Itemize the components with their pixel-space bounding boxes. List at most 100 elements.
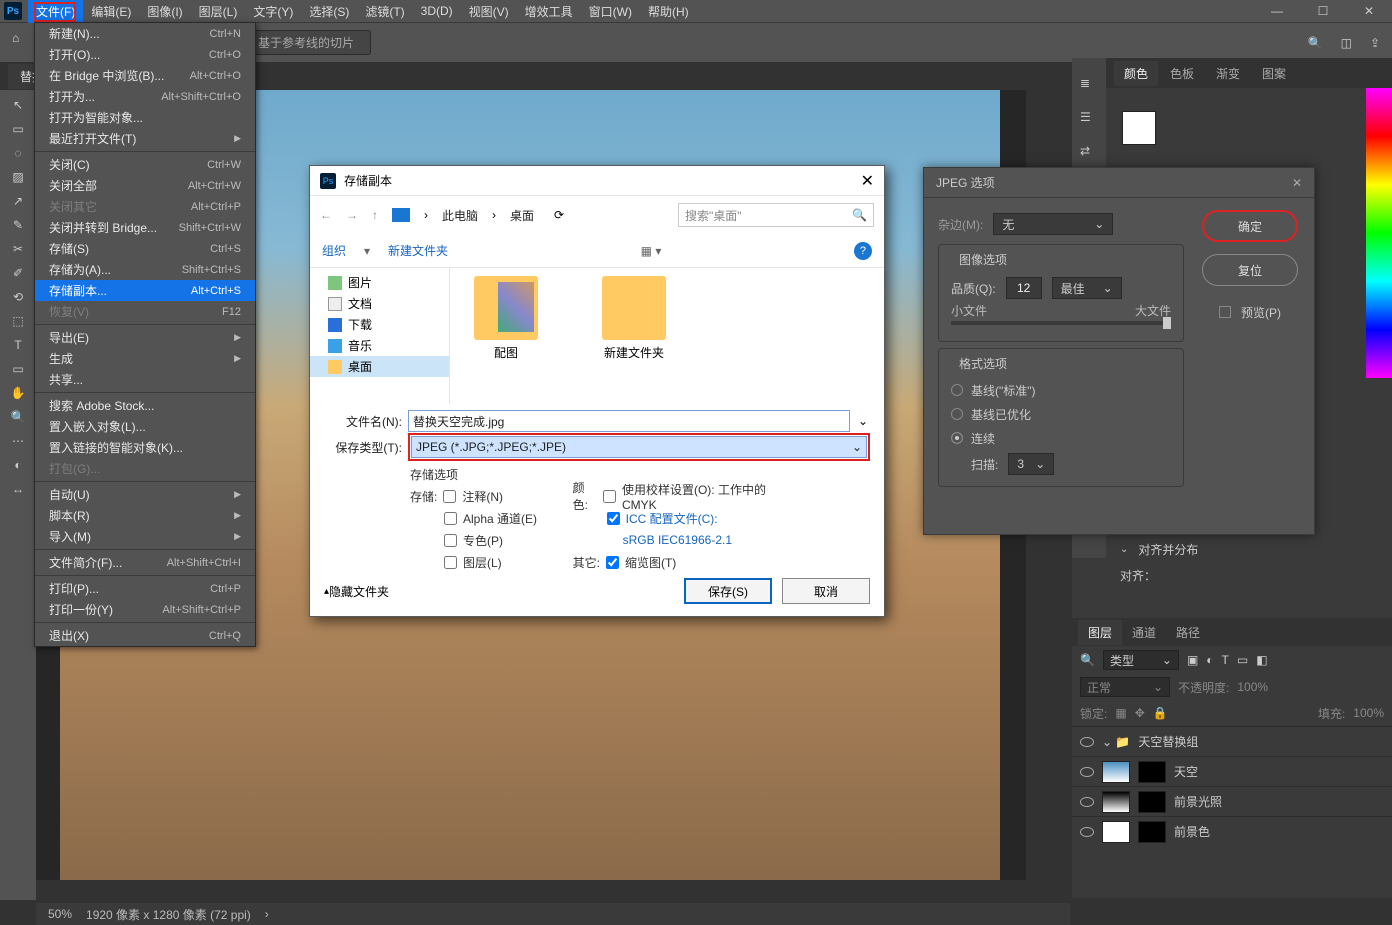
layer-row[interactable]: ⌄ 📁天空替换组 (1072, 726, 1392, 756)
tool-15[interactable]: ◐ (4, 454, 32, 476)
hue-strip[interactable] (1366, 88, 1392, 378)
file-menu-item[interactable]: 生成 (35, 348, 255, 369)
file-menu-item[interactable]: 存储为(A)...Shift+Ctrl+S (35, 259, 255, 280)
sidebar-item[interactable]: 文档 (310, 293, 449, 314)
new-folder-button[interactable]: 新建文件夹 (388, 242, 448, 259)
menu-11[interactable]: 帮助(H) (640, 0, 697, 23)
menu-9[interactable]: 增效工具 (517, 0, 581, 23)
optimized-radio[interactable]: 基线已优化 (951, 402, 1171, 426)
nav-back-icon[interactable]: ← (320, 208, 332, 222)
progressive-radio[interactable]: 连续 (951, 426, 1171, 450)
maximize-button[interactable]: ☐ (1300, 0, 1346, 22)
zoom-level[interactable]: 50% (48, 907, 72, 921)
minimize-button[interactable]: — (1254, 0, 1300, 22)
file-menu-item[interactable]: 脚本(R) (35, 505, 255, 526)
color-tab[interactable]: 图案 (1252, 61, 1296, 86)
filter-pixel-icon[interactable]: ▣ (1187, 653, 1198, 667)
lock-pixels-icon[interactable]: ▦ (1115, 706, 1126, 720)
menu-4[interactable]: 文字(Y) (245, 0, 301, 23)
lock-all-icon[interactable]: 🔒 (1153, 706, 1168, 720)
layer-row[interactable]: 天空 (1072, 756, 1392, 786)
file-menu-item[interactable]: 共享... (35, 369, 255, 390)
file-menu-item[interactable]: 打开为智能对象... (35, 107, 255, 128)
menu-5[interactable]: 选择(S) (301, 0, 357, 23)
spot-checkbox[interactable] (444, 534, 457, 547)
scans-select[interactable]: 3⌄ (1008, 453, 1054, 475)
filter-smart-icon[interactable]: ◧ (1256, 653, 1267, 667)
organize-button[interactable]: 组织 (322, 242, 346, 259)
menu-6[interactable]: 滤镜(T) (357, 0, 412, 23)
dialog-close-icon[interactable]: ✕ (861, 171, 874, 191)
menu-3[interactable]: 图层(L) (191, 0, 246, 23)
tool-5[interactable]: ✎ (4, 214, 32, 236)
tool-14[interactable]: ⋯ (4, 430, 32, 452)
tool-9[interactable]: ⬚ (4, 310, 32, 332)
quality-select[interactable]: 最佳⌄ (1052, 277, 1122, 299)
tool-16[interactable]: ↔ (4, 478, 32, 500)
visibility-icon[interactable] (1080, 797, 1094, 807)
menu-7[interactable]: 3D(D) (413, 1, 461, 21)
tool-11[interactable]: ▭ (4, 358, 32, 380)
file-menu-item[interactable]: 存储副本...Alt+Ctrl+S (35, 280, 255, 301)
layer-tab[interactable]: 路径 (1166, 620, 1210, 645)
file-menu-item[interactable]: 在 Bridge 中浏览(B)...Alt+Ctrl+O (35, 65, 255, 86)
search-icon[interactable]: 🔍 (1308, 36, 1323, 50)
file-menu-item[interactable]: 打开为...Alt+Shift+Ctrl+O (35, 86, 255, 107)
filter-kind-select[interactable]: 类型⌄ (1103, 650, 1179, 670)
filename-input[interactable] (408, 410, 850, 432)
notes-checkbox[interactable] (443, 490, 456, 503)
tool-13[interactable]: 🔍 (4, 406, 32, 428)
color-tab[interactable]: 颜色 (1114, 61, 1158, 86)
color-tab[interactable]: 渐变 (1206, 61, 1250, 86)
file-menu-item[interactable]: 关闭全部Alt+Ctrl+W (35, 175, 255, 196)
home-icon[interactable]: ⌂ (12, 31, 36, 55)
slice-button[interactable]: 基于参考线的切片 (241, 30, 371, 55)
tool-4[interactable]: ↗ (4, 190, 32, 212)
file-menu-item[interactable]: 存储(S)Ctrl+S (35, 238, 255, 259)
quality-input[interactable] (1006, 277, 1042, 299)
preview-checkbox[interactable] (1219, 306, 1231, 318)
file-menu-item[interactable]: 文件简介(F)...Alt+Shift+Ctrl+I (35, 552, 255, 573)
thumb-checkbox[interactable] (606, 556, 619, 569)
filter-search-icon[interactable]: 🔍 (1080, 653, 1095, 667)
tool-12[interactable]: ✋ (4, 382, 32, 404)
sidebar-item[interactable]: 桌面 (310, 356, 449, 377)
tool-1[interactable]: ▭ (4, 118, 32, 140)
icc-checkbox[interactable] (607, 512, 620, 525)
histogram-icon[interactable]: ≣ (1080, 76, 1098, 92)
matte-select[interactable]: 无⌄ (993, 213, 1113, 235)
cancel-button[interactable]: 取消 (782, 578, 870, 604)
baseline-radio[interactable]: 基线("标准") (951, 378, 1171, 402)
filter-adjust-icon[interactable]: ◐ (1206, 653, 1213, 667)
close-button[interactable]: ✕ (1346, 0, 1392, 22)
savetype-select[interactable]: JPEG (*.JPG;*.JPEG;*.JPE)⌄ (411, 436, 867, 458)
file-menu-item[interactable]: 关闭并转到 Bridge...Shift+Ctrl+W (35, 217, 255, 238)
file-menu-item[interactable]: 自动(U) (35, 484, 255, 505)
info-icon[interactable]: ☰ (1080, 110, 1098, 126)
file-menu-item[interactable]: 打开(O)...Ctrl+O (35, 44, 255, 65)
tool-2[interactable]: ◌ (4, 142, 32, 164)
folder-item[interactable]: 新建文件夹 (594, 276, 674, 396)
menu-10[interactable]: 窗口(W) (581, 0, 640, 23)
tool-8[interactable]: ⟲ (4, 286, 32, 308)
tool-0[interactable]: ↖ (4, 94, 32, 116)
layer-tab[interactable]: 通道 (1122, 620, 1166, 645)
filter-shape-icon[interactable]: ▭ (1237, 653, 1248, 667)
file-menu-item[interactable]: 关闭(C)Ctrl+W (35, 154, 255, 175)
view-icon[interactable]: ▦ ▾ (641, 244, 662, 258)
help-icon[interactable]: ? (854, 242, 872, 260)
save-button[interactable]: 保存(S) (684, 578, 772, 604)
file-menu-item[interactable]: 最近打开文件(T) (35, 128, 255, 149)
sidebar-item[interactable]: 图片 (310, 272, 449, 293)
file-menu-item[interactable]: 打印(P)...Ctrl+P (35, 578, 255, 599)
lock-position-icon[interactable]: ✥ (1135, 706, 1145, 720)
file-menu-item[interactable]: 退出(X)Ctrl+Q (35, 625, 255, 646)
file-menu-item[interactable]: 导出(E) (35, 327, 255, 348)
folder-item[interactable]: 配图 (466, 276, 546, 396)
layer-row[interactable]: 前景色 (1072, 816, 1392, 846)
tool-7[interactable]: ✐ (4, 262, 32, 284)
menu-1[interactable]: 编辑(E) (83, 0, 139, 23)
visibility-icon[interactable] (1080, 737, 1094, 747)
layer-tab[interactable]: 图层 (1078, 620, 1122, 645)
blend-mode-select[interactable]: 正常⌄ (1080, 677, 1170, 697)
